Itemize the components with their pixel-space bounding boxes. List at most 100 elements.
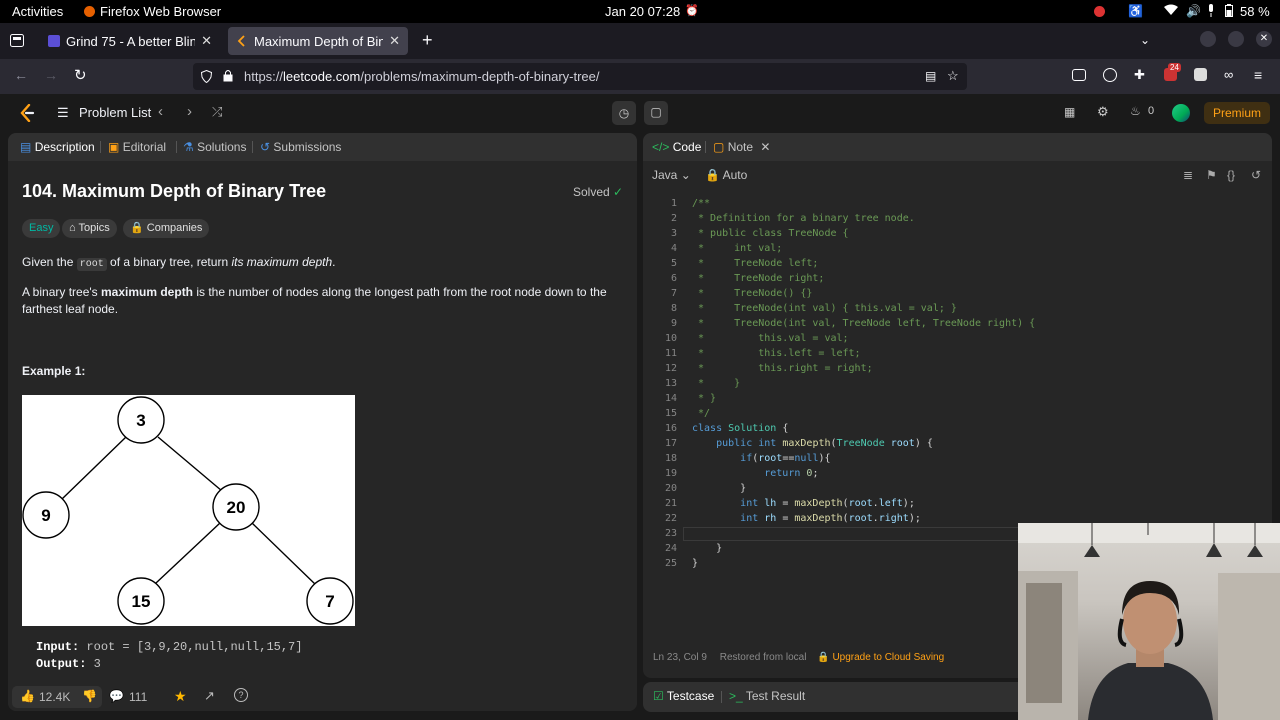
close-tab-icon[interactable]: ✕	[201, 33, 212, 49]
code-line[interactable]: * Definition for a binary tree node.	[692, 213, 915, 224]
auto-label: Auto	[722, 168, 748, 182]
clock[interactable]: Jan 20 07:28	[605, 4, 680, 19]
tab-grind75[interactable]: Grind 75 - A better Blind ✕	[40, 27, 220, 55]
shield-icon[interactable]	[201, 70, 212, 83]
tab-submissions[interactable]: ↺ Submissions	[260, 140, 341, 154]
code-line[interactable]: * int val;	[692, 243, 782, 254]
code-line[interactable]: */	[692, 408, 710, 419]
shuffle-icon[interactable]: ⤮	[212, 104, 222, 120]
favorite-star-icon[interactable]: ★	[174, 688, 187, 705]
auto-indicator[interactable]: 🔒 Auto	[705, 168, 747, 182]
code-line[interactable]: * }	[692, 393, 716, 404]
new-tab-button[interactable]: +	[422, 30, 433, 51]
url-domain: leetcode.com	[283, 69, 361, 84]
format-icon[interactable]: ≣	[1183, 168, 1193, 182]
problem-title: 104. Maximum Depth of Binary Tree	[22, 181, 327, 201]
notes-icon[interactable]: ▢	[644, 101, 668, 125]
example-output: Output: 3	[36, 657, 101, 671]
upgrade-link[interactable]: 🔒 Upgrade to Cloud Saving	[817, 652, 944, 663]
url-text[interactable]: https://leetcode.com/problems/maximum-de…	[244, 69, 600, 84]
problem-definition: A binary tree's maximum depth is the num…	[22, 284, 612, 318]
difficulty-badge[interactable]: Easy	[22, 219, 61, 238]
code-line[interactable]: }	[692, 483, 746, 494]
tab-description[interactable]: ▤ Description	[20, 140, 95, 154]
share-icon[interactable]: ↗	[204, 688, 215, 704]
close-tab-icon[interactable]: ✕	[389, 33, 400, 49]
code-line[interactable]: * TreeNode(int val, TreeNode left, TreeN…	[692, 318, 1035, 329]
lock-icon[interactable]	[223, 69, 233, 82]
description-icon: ▤	[20, 140, 32, 154]
code-line[interactable]: * public class TreeNode {	[692, 228, 849, 239]
reader-view-icon[interactable]: ▤	[925, 69, 936, 83]
code-line[interactable]: return 0;	[692, 468, 818, 479]
app-menu[interactable]: Firefox Web Browser	[84, 4, 221, 19]
reset-icon[interactable]: ↺	[1251, 168, 1261, 182]
forward-button[interactable]: →	[44, 67, 58, 83]
comment-icon[interactable]: 💬	[109, 689, 124, 703]
code-line[interactable]: * TreeNode right;	[692, 273, 824, 284]
settings-gear-icon[interactable]: ⚙	[1097, 104, 1109, 120]
account-icon[interactable]	[1103, 68, 1117, 82]
code-line[interactable]: * this.val = val;	[692, 333, 849, 344]
premium-button[interactable]: Premium	[1204, 102, 1270, 124]
close-window-button[interactable]: ✕	[1256, 31, 1272, 47]
language-select[interactable]: Java ⌄	[652, 168, 691, 182]
tab-code[interactable]: </> Code	[652, 140, 701, 154]
prev-problem-icon[interactable]: ‹	[158, 103, 163, 120]
screenshot-icon[interactable]	[1194, 68, 1207, 81]
code-line[interactable]: }	[692, 543, 722, 554]
code-line[interactable]: class Solution {	[692, 423, 788, 434]
extensions-icon[interactable]: ✚	[1134, 67, 1145, 83]
layout-grid-icon[interactable]: ▦	[1064, 105, 1075, 119]
tab-solutions[interactable]: ⚗ Solutions	[183, 140, 246, 154]
leetcode-logo-icon[interactable]	[19, 104, 35, 122]
streak-fire-icon: ♨	[1130, 104, 1141, 118]
menu-hamburger-icon[interactable]: ≡	[1254, 67, 1262, 83]
bookmark-star-icon[interactable]: ☆	[947, 68, 959, 84]
tab-test-result[interactable]: >_ Test Result	[729, 689, 805, 703]
back-button[interactable]: ←	[14, 67, 28, 83]
glasses-icon[interactable]: ∞	[1224, 67, 1233, 82]
tab-note[interactable]: ▢ Note ✕	[713, 140, 770, 154]
topics-chip[interactable]: ⌂ Topics	[62, 219, 117, 238]
alarm-icon: ⏰	[685, 5, 699, 17]
minimize-button[interactable]	[1200, 31, 1216, 47]
code-line[interactable]: * }	[692, 378, 740, 389]
activities-button[interactable]: Activities	[12, 4, 63, 19]
pocket-icon[interactable]	[1072, 69, 1086, 81]
code-line[interactable]: }	[692, 558, 698, 569]
next-problem-icon[interactable]: ›	[187, 103, 192, 120]
problem-list-link[interactable]: Problem List	[79, 105, 151, 120]
system-top-bar: Activities Firefox Web Browser Jan 20 07…	[0, 0, 1280, 23]
companies-chip[interactable]: 🔒 Companies	[123, 219, 210, 238]
timer-icon[interactable]: ◷	[612, 101, 636, 125]
code-line[interactable]: * this.left = left;	[692, 348, 861, 359]
code-line[interactable]: * this.right = right;	[692, 363, 873, 374]
thumbs-up-icon[interactable]: 👍	[20, 689, 35, 703]
code-line[interactable]: if(root==null){	[692, 453, 830, 464]
checkbox-icon: ☑	[653, 689, 664, 703]
line-number: 2	[670, 213, 677, 224]
reload-button[interactable]: ↻	[74, 66, 87, 84]
avatar[interactable]	[1172, 104, 1190, 122]
code-line[interactable]: * TreeNode() {}	[692, 288, 812, 299]
tab-testcase[interactable]: ☑ Testcase	[653, 689, 714, 703]
line-number: 19	[664, 468, 677, 479]
help-icon[interactable]: ?	[234, 688, 248, 702]
code-line[interactable]: int lh = maxDepth(root.left);	[692, 498, 915, 509]
code-line[interactable]: int rh = maxDepth(root.right);	[692, 513, 921, 524]
tab-leetcode[interactable]: Maximum Depth of Binar ✕	[228, 27, 408, 55]
code-line[interactable]: * TreeNode left;	[692, 258, 818, 269]
url-bar[interactable]: https://leetcode.com/problems/maximum-de…	[193, 63, 967, 90]
list-tabs-icon[interactable]: ⌄	[1140, 33, 1150, 47]
braces-icon[interactable]: {}	[1227, 168, 1235, 182]
maximize-button[interactable]	[1228, 31, 1244, 47]
firefox-view-icon[interactable]	[10, 34, 24, 47]
code-line[interactable]: /**	[692, 198, 710, 209]
thumbs-down-icon[interactable]: 👎	[82, 689, 97, 703]
close-note-icon[interactable]: ✕	[760, 140, 770, 154]
code-line[interactable]: public int maxDepth(TreeNode root) {	[692, 438, 933, 449]
tab-editorial[interactable]: ▣ Editorial	[108, 140, 166, 154]
bookmark-icon[interactable]: ⚑	[1206, 168, 1217, 182]
code-line[interactable]: * TreeNode(int val) { this.val = val; }	[692, 303, 957, 314]
